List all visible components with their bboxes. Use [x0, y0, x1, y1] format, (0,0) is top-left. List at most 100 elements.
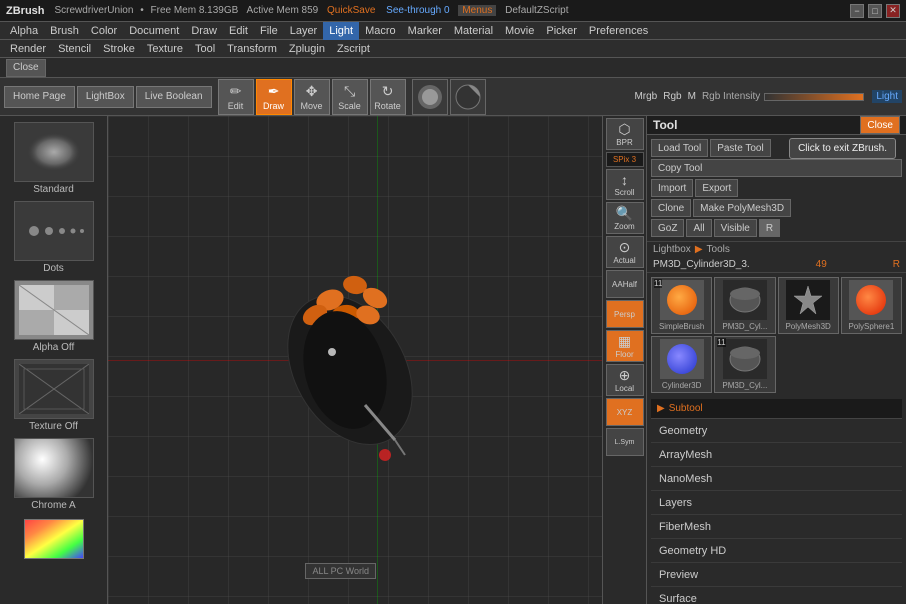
zoom-button[interactable]: 🔍 Zoom — [606, 202, 644, 234]
alpha-off-preview[interactable] — [14, 280, 94, 340]
menu-material[interactable]: Material — [448, 22, 499, 40]
simple-brush-thumb[interactable]: SimpleBrush 11 — [651, 277, 712, 334]
menu-preferences[interactable]: Preferences — [583, 22, 654, 40]
menu-stroke[interactable]: Stroke — [97, 40, 141, 58]
mrgb-label[interactable]: Mrgb — [634, 91, 657, 102]
maximize-button[interactable]: □ — [868, 4, 882, 18]
load-tool-button[interactable]: Load Tool — [651, 139, 708, 157]
local-button[interactable]: ⊕ Local — [606, 364, 644, 396]
close-window-button[interactable]: ✕ — [886, 4, 900, 18]
geometry-hd-item[interactable]: Geometry HD — [651, 539, 902, 563]
preview-item[interactable]: Preview — [651, 563, 902, 587]
canvas-area[interactable]: ⬡ BPR SPix 3 ↕ Scroll 🔍 Zoom ⊙ Actual — [108, 116, 646, 604]
r-button[interactable]: R — [759, 219, 780, 237]
export-button[interactable]: Export — [695, 179, 738, 197]
standard-brush-item[interactable]: Standard — [2, 120, 105, 197]
color-swatch-item[interactable] — [2, 515, 105, 563]
close-tooltip: Click to exit ZBrush. — [789, 138, 896, 159]
texture-off-item[interactable]: Texture Off — [2, 357, 105, 434]
pm3d-cylinder-thumb-2[interactable]: PM3D_Cyl... 11 — [714, 336, 775, 393]
edit-mode-button[interactable]: ✏ Edit — [218, 79, 254, 115]
menu-marker[interactable]: Marker — [402, 22, 448, 40]
menu-zplugin[interactable]: Zplugin — [283, 40, 331, 58]
menu-alpha[interactable]: Alpha — [4, 22, 44, 40]
scale-mode-button[interactable]: ⤡ Scale — [332, 79, 368, 115]
menu-tool[interactable]: Tool — [189, 40, 221, 58]
spix-label: SPix 3 — [606, 152, 644, 167]
subtool-header[interactable]: ▶ Subtool — [651, 399, 902, 419]
brush-icon-2[interactable] — [450, 79, 486, 115]
tool-close-button[interactable]: Close — [860, 116, 900, 134]
menu-render[interactable]: Render — [4, 40, 52, 58]
menu-color[interactable]: Color — [85, 22, 123, 40]
menu-stencil[interactable]: Stencil — [52, 40, 97, 58]
bpr-button[interactable]: ⬡ BPR — [606, 118, 644, 150]
menu-file[interactable]: File — [254, 22, 284, 40]
arraymesh-item[interactable]: ArrayMesh — [651, 443, 902, 467]
clone-button[interactable]: Clone — [651, 199, 691, 217]
texture-off-preview[interactable] — [14, 359, 94, 419]
menu-texture[interactable]: Texture — [141, 40, 189, 58]
menu-light[interactable]: Light — [323, 22, 359, 40]
light-label[interactable]: Light — [872, 90, 902, 103]
move-mode-button[interactable]: ✥ Move — [294, 79, 330, 115]
make-polymesh-button[interactable]: Make PolyMesh3D — [693, 199, 791, 217]
lightbox-label: Lightbox ▶ Tools — [647, 242, 906, 257]
import-button[interactable]: Import — [651, 179, 693, 197]
home-page-button[interactable]: Home Page — [4, 86, 75, 108]
rgb-label[interactable]: Rgb — [663, 91, 681, 102]
alpha-off-item[interactable]: Alpha Off — [2, 278, 105, 355]
live-boolean-button[interactable]: Live Boolean — [136, 86, 212, 108]
xyz-button[interactable]: XYZ — [606, 398, 644, 426]
goz-button[interactable]: GoZ — [651, 219, 684, 237]
rotate-mode-button[interactable]: ↻ Rotate — [370, 79, 406, 115]
menu-macro[interactable]: Macro — [359, 22, 402, 40]
standard-brush-label: Standard — [33, 184, 74, 195]
scroll-button[interactable]: ↕ Scroll — [606, 169, 644, 200]
brush-icon-1[interactable] — [412, 79, 448, 115]
alpha-off-label: Alpha Off — [33, 342, 75, 353]
subtool-list: ▶ Subtool Geometry ArrayMesh NanoMesh La… — [647, 397, 906, 604]
polysphere1-thumb[interactable]: PolySphere1 — [841, 277, 902, 334]
aahalf-button[interactable]: AAHalf — [606, 270, 644, 298]
persp-button[interactable]: Persp — [606, 300, 644, 328]
floor-button[interactable]: ▦ Floor — [606, 330, 644, 362]
geometry-item[interactable]: Geometry — [651, 419, 902, 443]
menu-zscript[interactable]: Zscript — [331, 40, 376, 58]
draw-mode-button[interactable]: ✒ Draw — [256, 79, 292, 115]
pm3d-cylinder-thumb-1[interactable]: PM3D_Cyl... — [714, 277, 775, 334]
surface-item[interactable]: Surface — [651, 587, 902, 604]
menu-brush[interactable]: Brush — [44, 22, 85, 40]
close-button[interactable]: Close — [6, 59, 46, 77]
polymesh3d-thumb[interactable]: PolyMesh3D — [778, 277, 839, 334]
nanomesh-item[interactable]: NanoMesh — [651, 467, 902, 491]
model-viewport[interactable] — [138, 136, 602, 584]
minimize-button[interactable]: − — [850, 4, 864, 18]
dots-brush-preview[interactable] — [14, 201, 94, 261]
m-label[interactable]: M — [688, 91, 696, 102]
dots-brush-item[interactable]: Dots — [2, 199, 105, 276]
cylinder3d-thumb[interactable]: Cylinder3D — [651, 336, 712, 393]
chrome-preview[interactable] — [14, 438, 94, 498]
color-swatch[interactable] — [24, 519, 84, 559]
rgb-intensity-slider[interactable] — [764, 93, 864, 101]
menu-document[interactable]: Document — [123, 22, 185, 40]
lightbox-button[interactable]: LightBox — [77, 86, 134, 108]
all-button[interactable]: All — [686, 219, 711, 237]
menu-picker[interactable]: Picker — [540, 22, 583, 40]
menu-draw[interactable]: Draw — [185, 22, 223, 40]
visible-button[interactable]: Visible — [714, 219, 757, 237]
menu-layer[interactable]: Layer — [284, 22, 324, 40]
layers-item[interactable]: Layers — [651, 491, 902, 515]
texture-off-label: Texture Off — [29, 421, 78, 432]
standard-brush-preview[interactable] — [14, 122, 94, 182]
chrome-item[interactable]: Chrome A — [2, 436, 105, 513]
lsym-button[interactable]: L.Sym — [606, 428, 644, 456]
menu-edit[interactable]: Edit — [223, 22, 254, 40]
actual-button[interactable]: ⊙ Actual — [606, 236, 644, 268]
menu-transform[interactable]: Transform — [221, 40, 283, 58]
paste-tool-button[interactable]: Paste Tool — [710, 139, 771, 157]
menu-movie[interactable]: Movie — [499, 22, 540, 40]
copy-tool-button[interactable]: Copy Tool — [651, 159, 902, 177]
fibermesh-item[interactable]: FiberMesh — [651, 515, 902, 539]
